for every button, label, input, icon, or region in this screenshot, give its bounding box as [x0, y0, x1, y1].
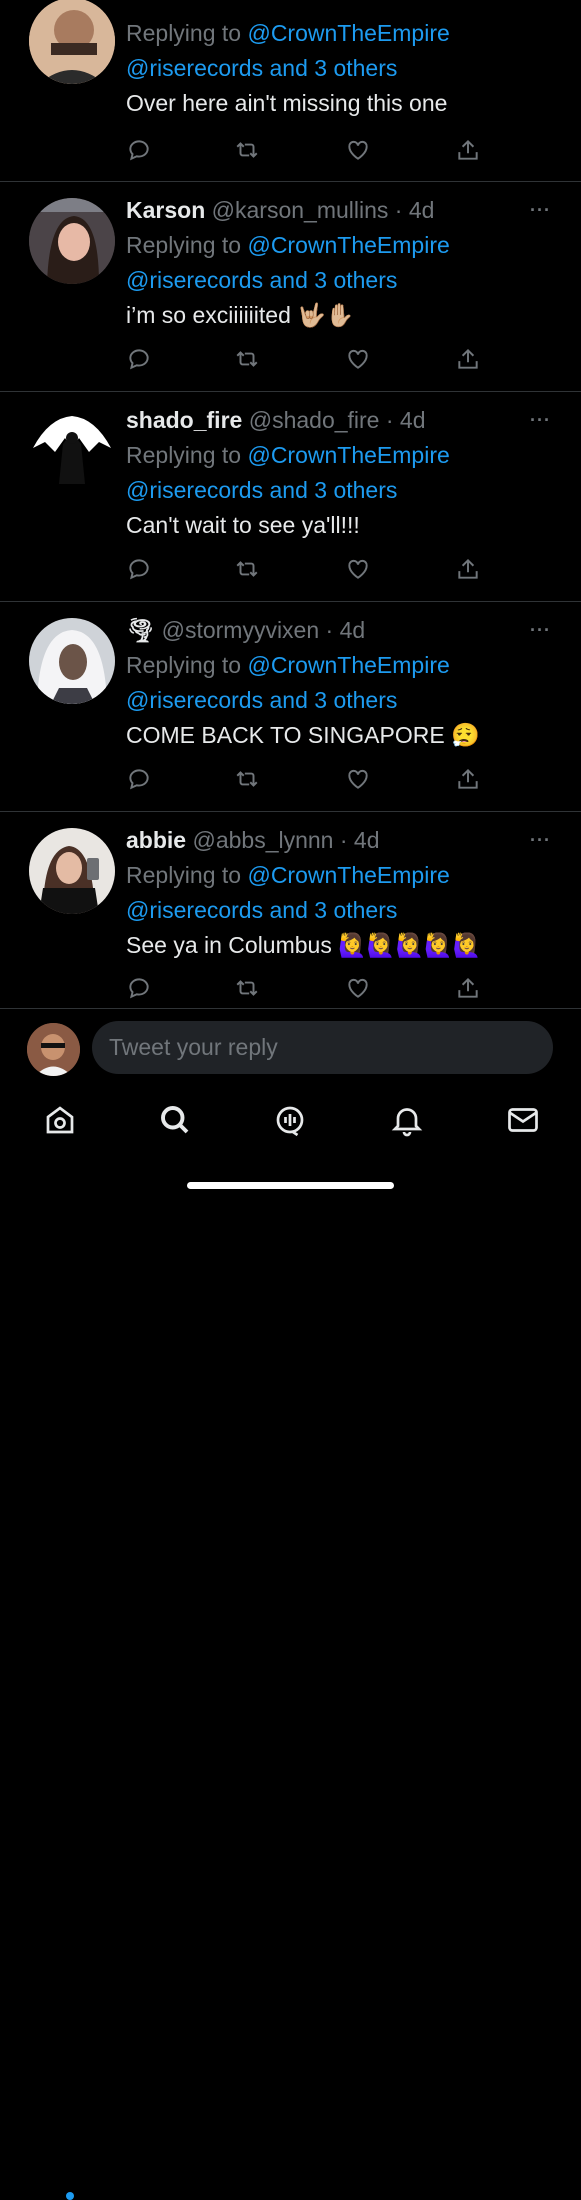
reply-icon[interactable] — [126, 346, 154, 372]
tweet-text: See ya in Columbus 🙋‍♀️🙋‍♀️🙋‍♀️🙋‍♀️🙋‍♀️ — [126, 932, 482, 958]
like-icon[interactable] — [345, 556, 373, 582]
home-icon[interactable] — [42, 1102, 78, 1138]
tweet-actions — [126, 556, 486, 582]
reply-mention-link[interactable]: @CrownTheEmpire — [247, 232, 449, 258]
reply-mention-link[interactable]: @CrownTheEmpire — [247, 652, 449, 678]
display-name[interactable]: Karson — [126, 197, 205, 223]
tweet-text: COME BACK TO SINGAPORE 😮‍💨 — [126, 722, 480, 748]
reply-mention-link[interactable]: @CrownTheEmpire — [247, 862, 449, 888]
reply-prefix: Replying to — [126, 862, 242, 888]
retweet-icon[interactable] — [234, 137, 262, 163]
timestamp[interactable]: · 4d — [326, 617, 366, 643]
tweet-4[interactable]: ··· 🌪 @stormyyvixen · 4d Replying to @Cr… — [0, 602, 581, 812]
reply-others-link[interactable]: @riserecords and 3 others — [126, 55, 397, 81]
spaces-icon[interactable] — [272, 1102, 308, 1138]
home-notification-dot — [66, 2192, 74, 2200]
share-icon[interactable] — [455, 766, 483, 792]
reply-icon[interactable] — [126, 766, 154, 792]
avatar[interactable] — [29, 618, 115, 704]
tweet-actions — [126, 137, 486, 163]
reply-icon[interactable] — [126, 137, 154, 163]
reply-mention-link[interactable]: @CrownTheEmpire — [247, 20, 449, 46]
retweet-icon[interactable] — [234, 975, 262, 1001]
display-name[interactable]: shado_fire — [126, 407, 242, 433]
reply-composer: Tweet your reply — [0, 1008, 581, 1089]
share-icon[interactable] — [455, 975, 483, 1001]
messages-icon[interactable] — [505, 1102, 541, 1138]
current-user-avatar[interactable] — [27, 1023, 80, 1076]
tweet-text: Over here ain't missing this one — [126, 90, 448, 116]
timestamp[interactable]: · 4d — [386, 407, 426, 433]
tweet-1[interactable]: Replying to @CrownTheEmpire @riserecords… — [0, 0, 581, 182]
retweet-icon[interactable] — [234, 556, 262, 582]
reply-icon[interactable] — [126, 975, 154, 1001]
reply-icon[interactable] — [126, 556, 154, 582]
reply-others-link[interactable]: @riserecords and 3 others — [126, 267, 397, 293]
username[interactable]: @stormyyvixen — [162, 617, 320, 643]
username[interactable]: @abbs_lynnn — [192, 827, 333, 853]
like-icon[interactable] — [345, 346, 373, 372]
reply-others-link[interactable]: @riserecords and 3 others — [126, 477, 397, 503]
avatar[interactable] — [29, 198, 115, 284]
tweet-actions — [126, 766, 486, 792]
share-icon[interactable] — [455, 346, 483, 372]
tweet-text: i’m so exciiiiiited 🤟🏼✋🏼 — [126, 302, 355, 328]
username[interactable]: @karson_mullins — [212, 197, 389, 223]
reply-input-placeholder: Tweet your reply — [109, 1034, 278, 1060]
tweet-actions — [126, 346, 486, 372]
reply-others-link[interactable]: @riserecords and 3 others — [126, 687, 397, 713]
home-indicator[interactable] — [187, 1182, 394, 1189]
reply-mention-link[interactable]: @CrownTheEmpire — [247, 442, 449, 468]
reply-prefix: Replying to — [126, 652, 242, 678]
reply-prefix: Replying to — [126, 442, 242, 468]
display-name[interactable]: abbie — [126, 827, 186, 853]
share-icon[interactable] — [455, 556, 483, 582]
retweet-icon[interactable] — [234, 766, 262, 792]
like-icon[interactable] — [345, 137, 373, 163]
timestamp[interactable]: · 4d — [340, 827, 380, 853]
reply-input[interactable]: Tweet your reply — [92, 1021, 553, 1074]
notifications-icon[interactable] — [389, 1102, 425, 1138]
timestamp[interactable]: · 4d — [395, 197, 435, 223]
display-name[interactable]: 🌪 — [126, 617, 155, 643]
like-icon[interactable] — [345, 975, 373, 1001]
tweet-actions — [126, 975, 486, 1001]
share-icon[interactable] — [455, 137, 483, 163]
search-icon[interactable] — [157, 1102, 193, 1138]
avatar[interactable] — [29, 828, 115, 914]
like-icon[interactable] — [345, 766, 373, 792]
reply-prefix: Replying to — [126, 20, 242, 46]
tweet-text: Can't wait to see ya'll!!! — [126, 512, 360, 538]
avatar[interactable] — [29, 0, 115, 84]
retweet-icon[interactable] — [234, 346, 262, 372]
tweet-5[interactable]: ··· abbie @abbs_lynnn · 4d Replying to @… — [0, 812, 581, 1008]
username[interactable]: @shado_fire — [249, 407, 380, 433]
reply-prefix: Replying to — [126, 232, 242, 258]
bottom-tab-bar — [0, 1090, 581, 2200]
tweet-2[interactable]: ··· Karson @karson_mullins · 4d Replying… — [0, 182, 581, 392]
avatar[interactable] — [29, 408, 115, 494]
reply-others-link[interactable]: @riserecords and 3 others — [126, 897, 397, 923]
tweet-3[interactable]: ··· shado_fire @shado_fire · 4d Replying… — [0, 392, 581, 602]
